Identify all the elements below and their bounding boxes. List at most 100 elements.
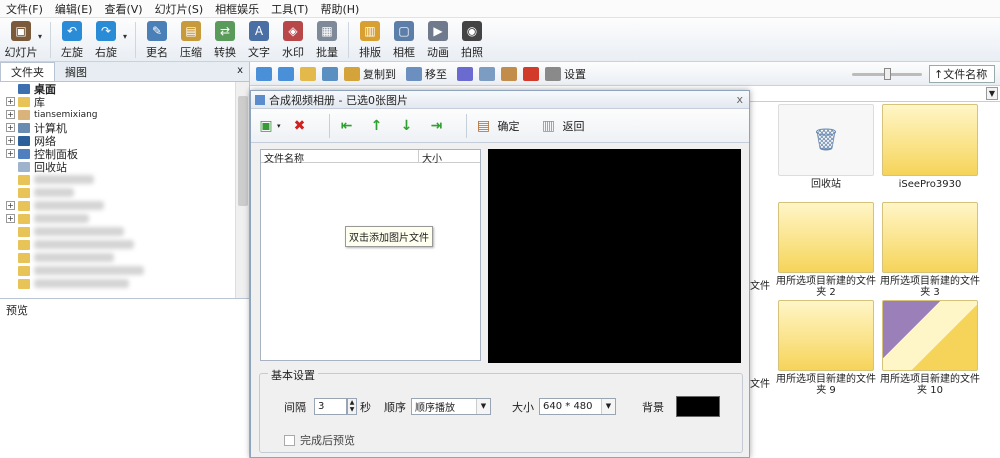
tab-thumbs[interactable]: 搁图 bbox=[55, 62, 97, 81]
tree-item-blurred[interactable] bbox=[0, 251, 249, 264]
tree-item-blurred[interactable] bbox=[0, 238, 249, 251]
rotate-right-button[interactable]: ↷ 右旋 bbox=[89, 18, 123, 60]
compress-button[interactable]: ▤ 压缩 bbox=[174, 18, 208, 60]
move-last-icon[interactable]: ⇥ bbox=[428, 117, 446, 135]
image-file-list[interactable]: 文件名称 大小 双击添加图片文件 bbox=[260, 149, 481, 361]
tree-item-blurred[interactable] bbox=[0, 225, 249, 238]
cut-icon[interactable] bbox=[457, 66, 473, 81]
up-folder-icon[interactable] bbox=[300, 66, 316, 81]
thumb-folder[interactable]: 用所选项目新建的文件夹 10 bbox=[880, 300, 980, 396]
thumb-folder[interactable]: iSeePro3930 bbox=[882, 104, 978, 200]
back-button[interactable]: ▥ 返回 bbox=[540, 117, 585, 135]
tree-scrollbar[interactable] bbox=[235, 82, 249, 298]
add-image-icon[interactable]: ▣ bbox=[257, 117, 275, 135]
menu-edit[interactable]: 编辑(E) bbox=[55, 1, 93, 17]
sort-select[interactable]: ↑文件名称 bbox=[929, 65, 995, 83]
tree-item-blurred[interactable]: + bbox=[0, 212, 249, 225]
menu-view[interactable]: 查看(V) bbox=[104, 1, 142, 17]
forward-icon[interactable] bbox=[278, 66, 294, 81]
preview-after-checkbox[interactable] bbox=[284, 434, 295, 446]
size-row: 大小 640 * 480 ▼ bbox=[512, 398, 616, 415]
animation-button[interactable]: ▶ 动画 bbox=[421, 18, 455, 60]
column-name[interactable]: 文件名称 bbox=[261, 150, 419, 165]
thumb-folder[interactable]: 用所选项目新建的文件夹 3 bbox=[880, 202, 980, 298]
paste-icon[interactable] bbox=[501, 66, 517, 81]
folder-icon bbox=[778, 202, 874, 273]
move-down-icon[interactable]: ↓ bbox=[398, 117, 416, 135]
layout-button[interactable]: ▥ 排版 bbox=[353, 18, 387, 60]
scroll-thumb[interactable] bbox=[238, 96, 248, 206]
tree-item-library[interactable]: + 库 bbox=[0, 95, 249, 109]
batch-icon: ▦ bbox=[317, 21, 337, 41]
expand-icon[interactable]: + bbox=[6, 123, 15, 132]
copy-to-icon bbox=[344, 66, 360, 81]
tree-item-blurred[interactable] bbox=[0, 186, 249, 199]
capture-button[interactable]: ◉ 拍照 bbox=[455, 18, 489, 60]
chevron-down-icon[interactable]: ▼ bbox=[476, 399, 490, 414]
text-button[interactable]: A 文字 bbox=[242, 18, 276, 60]
slideshow-dropdown-icon[interactable]: ▾ bbox=[38, 32, 46, 41]
tree-item-blurred[interactable] bbox=[0, 173, 249, 186]
menu-file[interactable]: 文件(F) bbox=[6, 1, 43, 17]
delete-icon[interactable] bbox=[523, 66, 539, 81]
folder-icon bbox=[778, 300, 874, 371]
tree-item-blurred[interactable]: + bbox=[0, 199, 249, 212]
rotate-dropdown-icon[interactable]: ▾ bbox=[123, 32, 131, 41]
slideshow-button[interactable]: ▣ 幻灯片 bbox=[4, 18, 38, 60]
refresh-icon[interactable] bbox=[322, 66, 338, 81]
move-to-icon bbox=[406, 66, 422, 81]
tab-folders[interactable]: 文件夹 bbox=[0, 62, 55, 81]
rename-button[interactable]: ✎ 更名 bbox=[140, 18, 174, 60]
rotate-left-button[interactable]: ↶ 左旋 bbox=[55, 18, 89, 60]
convert-button[interactable]: ⇄ 转换 bbox=[208, 18, 242, 60]
confirm-button[interactable]: ▤ 确定 bbox=[475, 117, 520, 135]
interval-stepper[interactable]: ▲ ▼ bbox=[347, 398, 357, 415]
move-first-icon[interactable]: ⇤ bbox=[338, 117, 356, 135]
dialog-titlebar: 合成视频相册 - 已选0张图片 x bbox=[251, 91, 749, 109]
close-icon[interactable]: x bbox=[237, 65, 243, 76]
size-select[interactable]: 640 * 480 ▼ bbox=[539, 398, 616, 415]
order-select[interactable]: 顺序播放 ▼ bbox=[411, 398, 491, 415]
menu-slideshow[interactable]: 幻灯片(S) bbox=[155, 1, 204, 17]
tree-item-blurred[interactable] bbox=[0, 264, 249, 277]
thumb-recycle-bin[interactable]: 🗑 回收站 bbox=[778, 104, 874, 200]
menu-frame-fun[interactable]: 相框娱乐 bbox=[215, 1, 259, 17]
preview-after-checkbox-row[interactable]: 完成后预览 bbox=[284, 432, 355, 448]
partial-caption: 文件 bbox=[750, 281, 770, 292]
frame-button[interactable]: ▢ 相框 bbox=[387, 18, 421, 60]
menu-help[interactable]: 帮助(H) bbox=[320, 1, 359, 17]
rotate-right-icon: ↷ bbox=[96, 21, 116, 41]
tree-item-blurred[interactable] bbox=[0, 277, 249, 290]
column-size[interactable]: 大小 bbox=[419, 150, 442, 165]
expand-icon[interactable]: + bbox=[6, 97, 15, 106]
close-icon[interactable]: x bbox=[736, 93, 743, 106]
delete-icon[interactable]: ✖ bbox=[291, 117, 309, 135]
move-to-button[interactable]: 移至 bbox=[406, 66, 447, 82]
settings-button[interactable]: 设置 bbox=[545, 66, 586, 82]
batch-button[interactable]: ▦ 批量 bbox=[310, 18, 344, 60]
compress-icon: ▤ bbox=[181, 21, 201, 41]
thumb-folder[interactable]: 用所选项目新建的文件夹 9 bbox=[776, 300, 876, 396]
control-panel-icon bbox=[18, 148, 30, 159]
back-icon[interactable] bbox=[256, 66, 272, 81]
zoom-slider-thumb[interactable] bbox=[884, 68, 891, 80]
chevron-down-icon[interactable]: ▾ bbox=[277, 122, 281, 130]
chevron-down-icon[interactable]: ▼ bbox=[986, 87, 998, 100]
interval-input[interactable]: 3 bbox=[314, 398, 347, 415]
tree-item-recycle-bin[interactable]: 回收站 bbox=[0, 160, 249, 174]
expand-icon[interactable]: + bbox=[6, 110, 15, 119]
expand-icon[interactable]: + bbox=[6, 136, 15, 145]
background-color-swatch[interactable] bbox=[676, 396, 720, 417]
menu-tools[interactable]: 工具(T) bbox=[271, 1, 308, 17]
move-up-icon[interactable]: ↑ bbox=[368, 117, 386, 135]
thumb-folder[interactable]: 用所选项目新建的文件夹 2 bbox=[776, 202, 876, 298]
menu-bar: 文件(F) 编辑(E) 查看(V) 幻灯片(S) 相框娱乐 工具(T) 帮助(H… bbox=[0, 0, 1000, 18]
chevron-down-icon[interactable]: ▼ bbox=[601, 399, 615, 414]
order-row: 顺序 顺序播放 ▼ bbox=[384, 398, 491, 415]
watermark-button[interactable]: ◈ 水印 bbox=[276, 18, 310, 60]
copy-icon[interactable] bbox=[479, 66, 495, 81]
copy-to-button[interactable]: 复制到 bbox=[344, 66, 396, 82]
expand-icon[interactable]: + bbox=[6, 149, 15, 158]
folder-icon bbox=[882, 202, 978, 273]
partial-caption: 文件 bbox=[750, 379, 770, 390]
